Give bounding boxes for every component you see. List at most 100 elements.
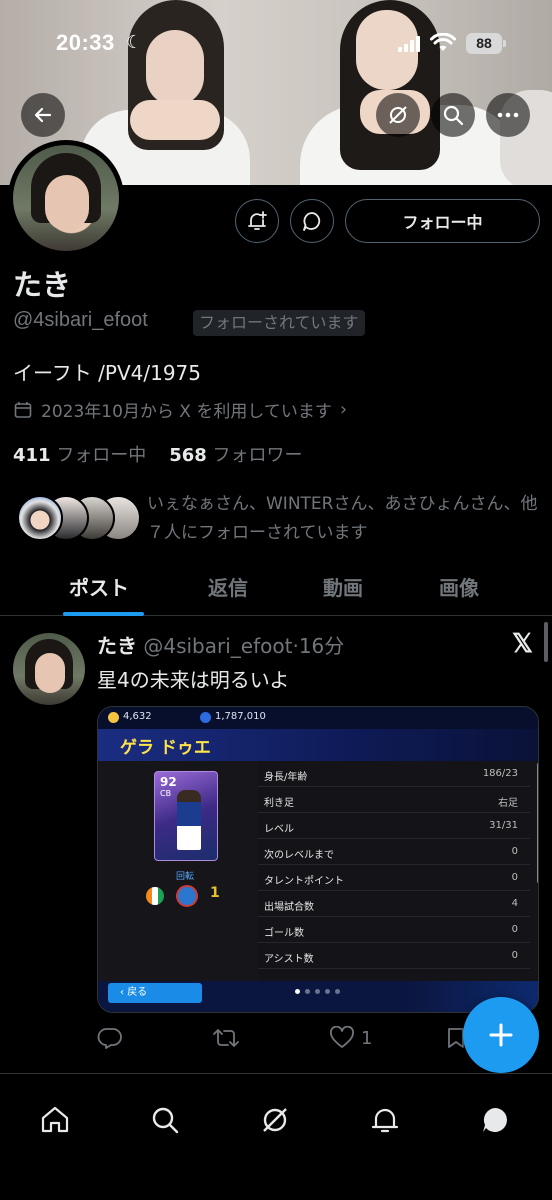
follow-counts: 411 フォロー中 568 フォロワー [13,441,303,467]
grok-icon [389,106,407,124]
signal-icon [398,36,420,52]
card-player-figure [177,790,201,850]
gp-icon [200,712,211,723]
post-actions: 1 [97,1026,497,1056]
moon-icon: ☾ [126,32,143,53]
home-icon [41,1106,69,1133]
more-button[interactable] [486,93,530,137]
player-card: 92 CB [154,771,218,861]
profile-handle: @4sibari_efoot [13,309,148,331]
bell-icon [371,1108,399,1133]
joined-text: 2023年10月から X を利用しています [41,402,332,422]
profile-avatar[interactable] [8,140,124,256]
followers-link[interactable]: 568 フォロワー [169,445,302,466]
post-media[interactable]: 4,632 1,787,010 ゲラ ドゥエ 92 CB 回転 1 身長/年齢 1… [97,706,539,1013]
wifi-icon [430,33,456,51]
nav-home[interactable] [37,1102,73,1138]
stat-row: 利き足 右足 [258,787,530,813]
more-icon [497,112,519,118]
game-title-bar: ゲラ ドゥエ [98,729,538,761]
nav-grok[interactable] [257,1102,293,1138]
post-time: 16分 [298,634,345,658]
profile-tabs: ポスト 返信 動画 画像 [0,560,552,616]
coin-count: 4,632 [123,711,152,722]
following-link[interactable]: 411 フォロー中 [13,445,146,466]
nav-messages[interactable] [477,1102,513,1138]
profile-bio: イーフト /PV4/1975 [13,361,201,385]
nav-search[interactable] [147,1102,183,1138]
status-time: 20:33 [56,30,115,55]
x-logo-icon: 𝕏 [512,628,533,658]
bell-plus-icon [248,211,267,230]
grok-icon [263,1108,287,1132]
bottom-nav [0,1073,552,1200]
post-header: たき @4sibari_efoot·16分 [97,630,344,659]
repost-icon [213,1029,239,1047]
card-position: CB [160,789,172,798]
stat-row: タレントポイント 0 [258,865,530,891]
post-avatar[interactable] [13,633,85,705]
status-bar: 20:33 ☾ 88 [0,28,552,64]
like-button[interactable]: 1 [329,1026,372,1050]
stat-row: 次のレベルまで 0 [258,839,530,865]
player-stats: 身長/年齢 186/23 利き足 右足 レベル 31/31 次のレベルまで 0 タレント… [258,761,530,981]
page-dots [295,989,340,994]
known-followers-text: いぇなぁさん、WINTERさん、あさひょんさん、他７人にフォローされています [147,494,538,543]
heart-icon [330,1026,354,1048]
game-top-bar: 4,632 1,787,010 [98,707,538,729]
grok-button[interactable] [376,93,420,137]
reply-button[interactable] [97,1026,129,1050]
search-icon [443,105,464,126]
search-icon [152,1107,179,1134]
stat-row: 出場試合数 4 [258,891,530,917]
gp-count: 1,787,010 [215,711,266,722]
follows-you-badge: フォローされています [193,310,365,336]
chevron-right-icon: › [339,399,348,420]
repost-button[interactable] [212,1026,246,1050]
battery-indicator: 88 [466,33,502,54]
tab-posts[interactable]: ポスト [69,572,129,601]
stat-row: ゴール数 0 [258,917,530,943]
stat-row: レベル 31/31 [258,813,530,839]
coin-icon [108,712,119,723]
profile-name: たき [13,268,72,302]
back-button[interactable] [21,93,65,137]
tab-replies[interactable]: 返信 [208,572,248,601]
post-author-name[interactable]: たき [97,634,137,658]
flag-icon [146,887,164,905]
game-back-button: ‹ 戻る [108,983,202,1003]
avatar-image [13,145,119,251]
message-icon [483,1108,507,1132]
followers-count: 568 [169,445,207,466]
following-count: 411 [13,445,51,466]
compose-button[interactable] [463,997,539,1073]
card-rating: 92 [160,775,177,789]
post-author-handle[interactable]: @4sibari_efoot [143,634,292,658]
joined-date[interactable]: 2023年10月から X を利用しています › [13,397,347,422]
known-follower-avatar [17,495,63,541]
banner-photo-part [130,100,220,140]
active-tab-indicator [63,612,144,616]
post-text: 星4の未来は明るいよ [97,668,290,692]
following-label: フォロー中 [56,445,147,466]
rotate-label: 回転 [176,872,195,882]
card-area: 92 CB 回転 1 [98,761,258,981]
scrollbar[interactable] [544,622,548,662]
game-body: 92 CB 回転 1 身長/年齢 186/23 利き足 右足 レベル 31/31 次の… [98,761,538,981]
nav-notifications[interactable] [367,1102,403,1138]
following-button[interactable]: フォロー中 [345,199,540,243]
reply-icon [97,1028,122,1049]
message-icon [303,212,321,231]
known-followers[interactable]: いぇなぁさん、WINTERさん、あさひょんさん、他７人にフォローされています [13,490,543,550]
tab-images[interactable]: 画像 [439,572,479,601]
search-button[interactable] [431,93,475,137]
stat-row: 身長/年齢 186/23 [258,761,530,787]
like-count: 1 [361,1027,373,1049]
message-button[interactable] [290,199,334,243]
notify-button[interactable] [235,199,279,243]
player-name: ゲラ ドゥエ [120,738,211,758]
stat-row: アシスト数 0 [258,943,530,969]
battery-tip [503,40,506,47]
tab-videos[interactable]: 動画 [323,572,363,601]
club-badge-icon [176,885,198,907]
